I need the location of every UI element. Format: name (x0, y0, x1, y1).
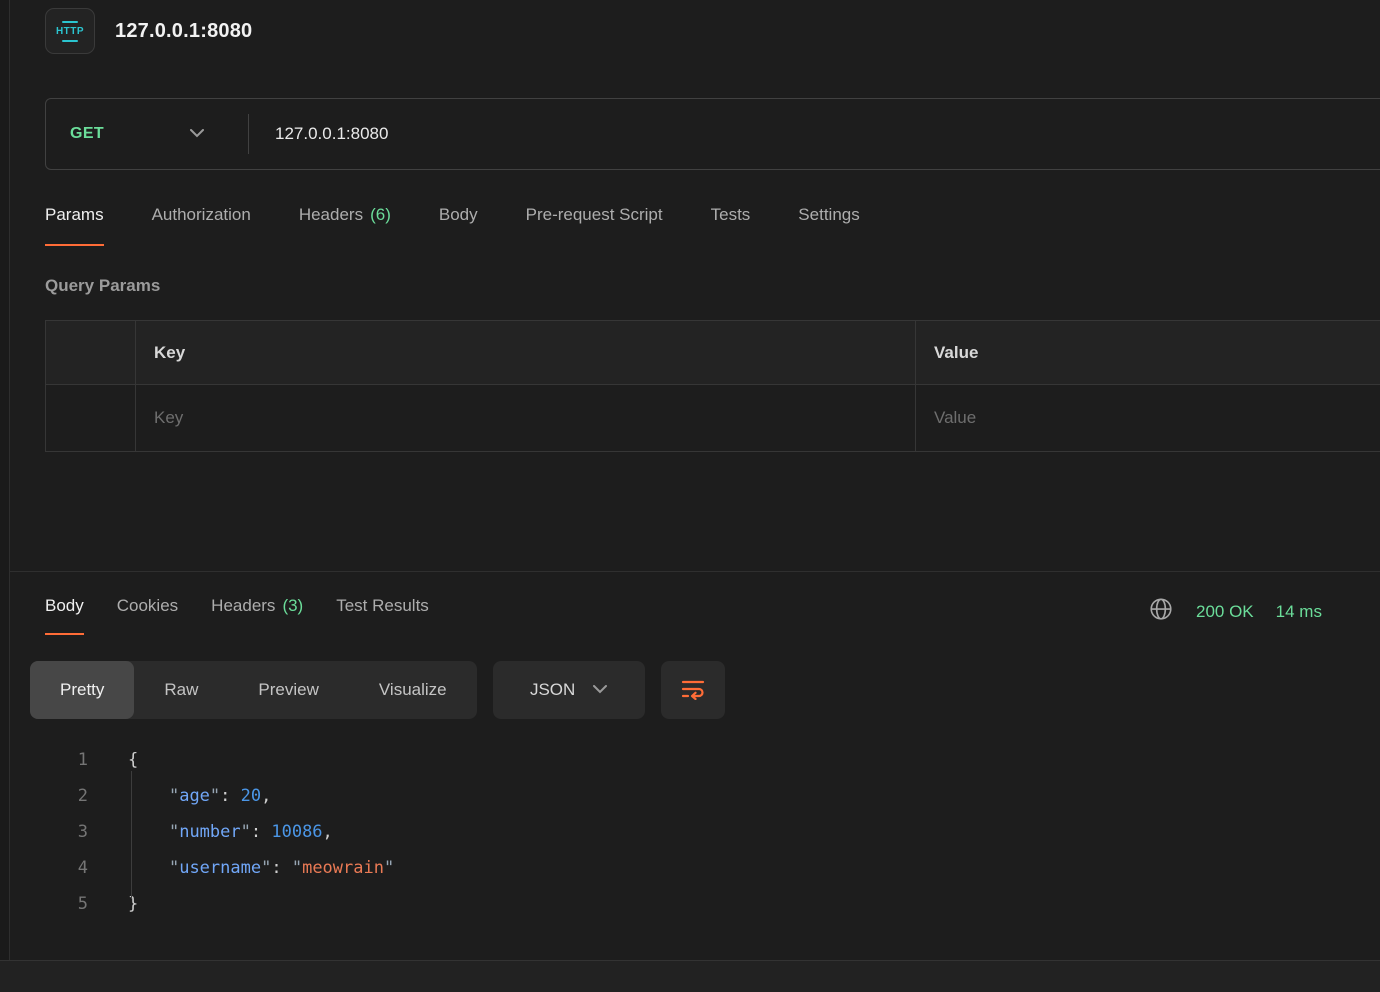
code-text: { (128, 742, 138, 778)
line-number: 3 (30, 814, 88, 850)
request-tabs: Params Authorization Headers (6) Body Pr… (45, 205, 860, 246)
code-line: 2 "age": 20, (30, 778, 394, 814)
tab-label: Pre-request Script (526, 205, 663, 225)
left-panel-edge (0, 0, 10, 992)
tab-count-badge: (6) (370, 205, 391, 225)
code-text: } (128, 886, 138, 922)
response-tab-body[interactable]: Body (45, 596, 84, 635)
response-body-code[interactable]: 1{2 "age": 20,3 "number": 10086,4 "usern… (30, 742, 394, 922)
request-header: HTTP 127.0.0.1:8080 (45, 8, 252, 54)
tab-tests[interactable]: Tests (711, 205, 751, 246)
bottom-status-bar (0, 960, 1380, 992)
view-pretty-button[interactable]: Pretty (30, 661, 134, 719)
code-text: "number": 10086, (128, 814, 333, 850)
method-dropdown[interactable]: GET (46, 99, 224, 169)
code-line: 5} (30, 886, 394, 922)
params-header-value: Value (916, 321, 1380, 385)
indent-guide (131, 771, 132, 899)
code-text: "age": 20, (128, 778, 271, 814)
tab-label: Body (45, 596, 84, 616)
url-input[interactable] (249, 124, 1380, 144)
request-url-bar: GET (45, 98, 1380, 170)
response-tab-headers[interactable]: Headers (3) (211, 596, 303, 635)
params-row-value-cell (916, 385, 1380, 451)
tab-label: Settings (798, 205, 859, 225)
view-preview-button[interactable]: Preview (228, 661, 348, 719)
response-toolbar: Pretty Raw Preview Visualize JSON (30, 661, 725, 719)
response-tabs: Body Cookies Headers (3) Test Results (45, 596, 429, 635)
tab-label: Test Results (336, 596, 429, 616)
query-params-table: Key Value (45, 320, 1380, 452)
code-text: "username": "meowrain" (128, 850, 394, 886)
tab-label: Cookies (117, 596, 178, 616)
tab-label: Tests (711, 205, 751, 225)
tab-label: Headers (299, 205, 363, 225)
query-params-title: Query Params (45, 276, 160, 296)
params-row-selector-cell (46, 385, 136, 451)
params-header-key: Key (136, 321, 916, 385)
request-title: 127.0.0.1:8080 (115, 20, 252, 43)
view-visualize-button[interactable]: Visualize (349, 661, 477, 719)
tab-body[interactable]: Body (439, 205, 478, 246)
line-number: 2 (30, 778, 88, 814)
tab-label: Headers (211, 596, 275, 616)
postman-window: HTTP 127.0.0.1:8080 GET Params Authoriza… (0, 0, 1380, 992)
http-request-icon: HTTP (45, 8, 95, 54)
tab-label: Params (45, 205, 104, 225)
response-time-badge[interactable]: 14 ms (1276, 602, 1322, 622)
network-globe-icon[interactable] (1148, 596, 1174, 627)
code-line: 4 "username": "meowrain" (30, 850, 394, 886)
tab-headers[interactable]: Headers (6) (299, 205, 391, 246)
line-number: 1 (30, 742, 88, 778)
chevron-down-icon (190, 125, 204, 143)
param-value-input[interactable] (934, 408, 1380, 428)
tab-settings[interactable]: Settings (798, 205, 859, 246)
params-row-key-cell (136, 385, 916, 451)
wrap-text-button[interactable] (661, 661, 725, 719)
tab-pre-request-script[interactable]: Pre-request Script (526, 205, 663, 246)
format-label: JSON (530, 680, 575, 700)
tab-authorization[interactable]: Authorization (152, 205, 251, 246)
chevron-down-icon (593, 681, 607, 699)
tab-count-badge: (3) (282, 596, 303, 616)
status-badge[interactable]: 200 OK (1196, 602, 1254, 622)
format-dropdown[interactable]: JSON (493, 661, 645, 719)
wrap-text-icon (680, 678, 706, 703)
tab-params[interactable]: Params (45, 205, 104, 246)
tab-label: Authorization (152, 205, 251, 225)
method-label: GET (70, 125, 104, 143)
http-icon-line-top (62, 21, 78, 23)
params-header-selector-cell (46, 321, 136, 385)
line-number: 4 (30, 850, 88, 886)
code-line: 1{ (30, 742, 394, 778)
code-line: 3 "number": 10086, (30, 814, 394, 850)
response-view-toggle: Pretty Raw Preview Visualize (30, 661, 477, 719)
response-section-divider (10, 571, 1380, 572)
http-icon-line-bottom (62, 40, 78, 42)
response-meta: 200 OK 14 ms (1148, 596, 1322, 627)
view-raw-button[interactable]: Raw (134, 661, 228, 719)
response-tab-test-results[interactable]: Test Results (336, 596, 429, 635)
http-icon-label: HTTP (56, 26, 84, 37)
code-lines: 1{2 "age": 20,3 "number": 10086,4 "usern… (30, 742, 394, 922)
tab-label: Body (439, 205, 478, 225)
line-number: 5 (30, 886, 88, 922)
param-key-input[interactable] (154, 408, 877, 428)
response-tab-cookies[interactable]: Cookies (117, 596, 178, 635)
